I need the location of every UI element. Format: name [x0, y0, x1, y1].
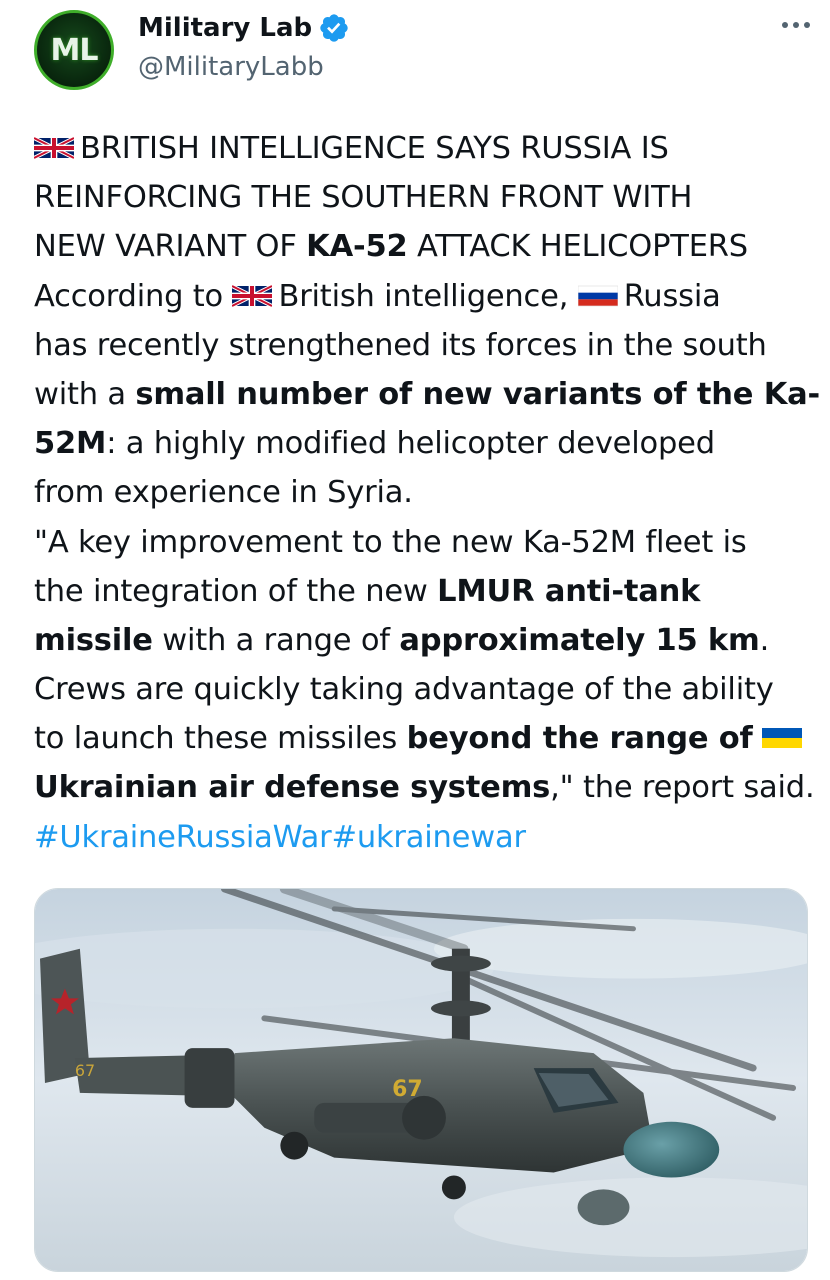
hashtag-link[interactable]: #ukrainewar	[331, 820, 526, 855]
tweet-text-line: Crews are quickly taking advantage of th…	[34, 665, 814, 714]
text-segment: with a range of	[152, 622, 400, 658]
text-segment: ," the report said.	[550, 770, 815, 806]
helicopter-photo: 67 67	[35, 889, 807, 1271]
text-segment: .	[759, 622, 770, 658]
hashtag-link[interactable]: #UkraineRussiaWar	[34, 820, 332, 855]
tweet-text-line: to launch these missiles beyond the rang…	[34, 714, 814, 763]
text-segment: with a	[34, 376, 136, 412]
tweet-body: BRITISH INTELLIGENCE SAYS RUSSIA IS REINF…	[34, 124, 820, 862]
text-segment: Crews are quickly taking advantage of th…	[34, 672, 774, 708]
bold-text-segment: approximately 15 km	[399, 622, 760, 658]
bold-text-segment: small number of new variants of the Ka-	[135, 376, 820, 412]
bold-text-segment: beyond the range of	[406, 721, 753, 757]
text-segment: "A key improvement to the new Ka-52M fle…	[34, 524, 747, 560]
uk-flag-icon	[232, 283, 273, 309]
bold-text-segment: 52M	[34, 426, 107, 462]
text-segment: REINFORCING THE SOUTHERN FRONT WITH	[34, 180, 693, 216]
tweet-text-line: the integration of the new LMUR anti-tan…	[34, 567, 814, 616]
tweet-text-line: BRITISH INTELLIGENCE SAYS RUSSIA IS	[34, 124, 814, 173]
bold-text-segment: LMUR anti-tank	[437, 573, 701, 609]
svg-text:67: 67	[392, 1077, 423, 1102]
tweet-header: ML Military Lab @MilitaryLabb	[34, 10, 814, 90]
svg-text:67: 67	[75, 1061, 95, 1080]
text-segment: Russia	[623, 278, 721, 314]
tweet-text-line: missile with a range of approximately 15…	[34, 616, 814, 665]
tweet-media-image[interactable]: 67 67	[34, 888, 808, 1272]
tweet-text-line: According to British intelligence, Russi…	[34, 272, 814, 321]
author-names: Military Lab @MilitaryLabb	[138, 10, 350, 82]
uk-flag-icon	[34, 135, 74, 161]
russia-flag-icon	[577, 283, 618, 309]
handle[interactable]: @MilitaryLabb	[138, 52, 350, 82]
text-segment: from experience in Syria.	[34, 475, 413, 511]
display-name[interactable]: Military Lab	[138, 13, 312, 43]
bold-text-segment: Ukrainian air defense systems	[34, 770, 551, 806]
avatar-logo-text: ML	[50, 32, 99, 68]
text-segment: : a highly modified helicopter developed	[106, 426, 715, 462]
text-segment: BRITISH INTELLIGENCE SAYS RUSSIA IS	[80, 131, 669, 166]
text-segment: to launch these missiles	[34, 721, 407, 757]
tweet-text-line: with a small number of new variants of t…	[34, 370, 820, 419]
tweet-text-line: NEW VARIANT OF KA-52 ATTACK HELICOPTERS	[34, 222, 814, 271]
tweet-text-line: #UkraineRussiaWar#ukrainewar	[34, 813, 814, 862]
bold-text-segment: missile	[34, 622, 153, 658]
tweet-text-line: 52M: a highly modified helicopter develo…	[34, 419, 814, 468]
text-segment: the integration of the new	[34, 573, 438, 609]
tweet-text-line: Ukrainian air defense systems," the repo…	[34, 763, 815, 812]
avatar[interactable]: ML	[34, 10, 114, 90]
tweet-text-line: from experience in Syria.	[34, 468, 814, 517]
text-segment: British intelligence,	[278, 278, 578, 314]
text-segment: ATTACK HELICOPTERS	[407, 229, 748, 265]
tweet-text-line: REINFORCING THE SOUTHERN FRONT WITH	[34, 173, 814, 222]
display-name-row: Military Lab	[138, 10, 350, 46]
text-segment: According to	[34, 278, 233, 314]
text-segment	[753, 721, 763, 756]
bold-text-segment: KA-52	[306, 229, 408, 265]
tweet-text-line: "A key improvement to the new Ka-52M fle…	[34, 518, 814, 567]
more-options-icon[interactable]	[778, 12, 814, 38]
tweet-text-line: has recently strengthened its forces in …	[34, 321, 814, 370]
ukraine-flag-icon	[762, 725, 803, 751]
text-segment: has recently strengthened its forces in …	[34, 327, 767, 363]
text-segment: NEW VARIANT OF	[34, 229, 307, 265]
verified-badge-icon[interactable]	[318, 12, 350, 44]
